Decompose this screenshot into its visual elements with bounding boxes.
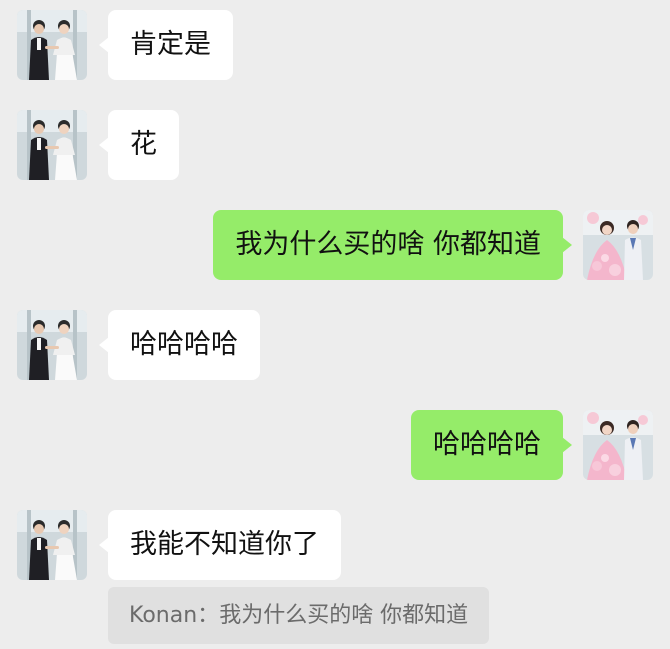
wedding-couple-photo-icon xyxy=(17,10,87,80)
contact-avatar[interactable] xyxy=(17,510,87,580)
outgoing-message-bubble[interactable]: 哈哈哈哈 xyxy=(411,410,572,480)
self-avatar[interactable] xyxy=(583,410,653,480)
quote-separator: ： xyxy=(197,603,220,628)
incoming-message-bubble[interactable]: 花 xyxy=(99,110,179,180)
quote-text: 我为什么买的啥 你都知道 xyxy=(219,603,469,628)
self-avatar[interactable] xyxy=(583,210,653,280)
wedding-couple-photo-icon xyxy=(17,310,87,380)
wedding-couple-photo-icon xyxy=(17,110,87,180)
quote-author: Konan xyxy=(129,603,198,628)
incoming-message-bubble[interactable]: 肯定是 xyxy=(99,10,233,80)
wedding-couple-photo-icon xyxy=(17,510,87,580)
incoming-message-bubble[interactable]: 我能不知道你了 xyxy=(99,510,341,580)
contact-avatar[interactable] xyxy=(17,10,87,80)
outgoing-message-bubble[interactable]: 我为什么买的啥 你都知道 xyxy=(213,210,572,280)
incoming-message-bubble[interactable]: 哈哈哈哈 xyxy=(99,310,260,380)
contact-avatar[interactable] xyxy=(17,310,87,380)
quoted-message[interactable]: Konan：我为什么买的啥 你都知道 xyxy=(108,587,490,644)
contact-avatar[interactable] xyxy=(17,110,87,180)
pink-gown-couple-photo-icon xyxy=(583,410,653,480)
pink-gown-couple-photo-icon xyxy=(583,210,653,280)
